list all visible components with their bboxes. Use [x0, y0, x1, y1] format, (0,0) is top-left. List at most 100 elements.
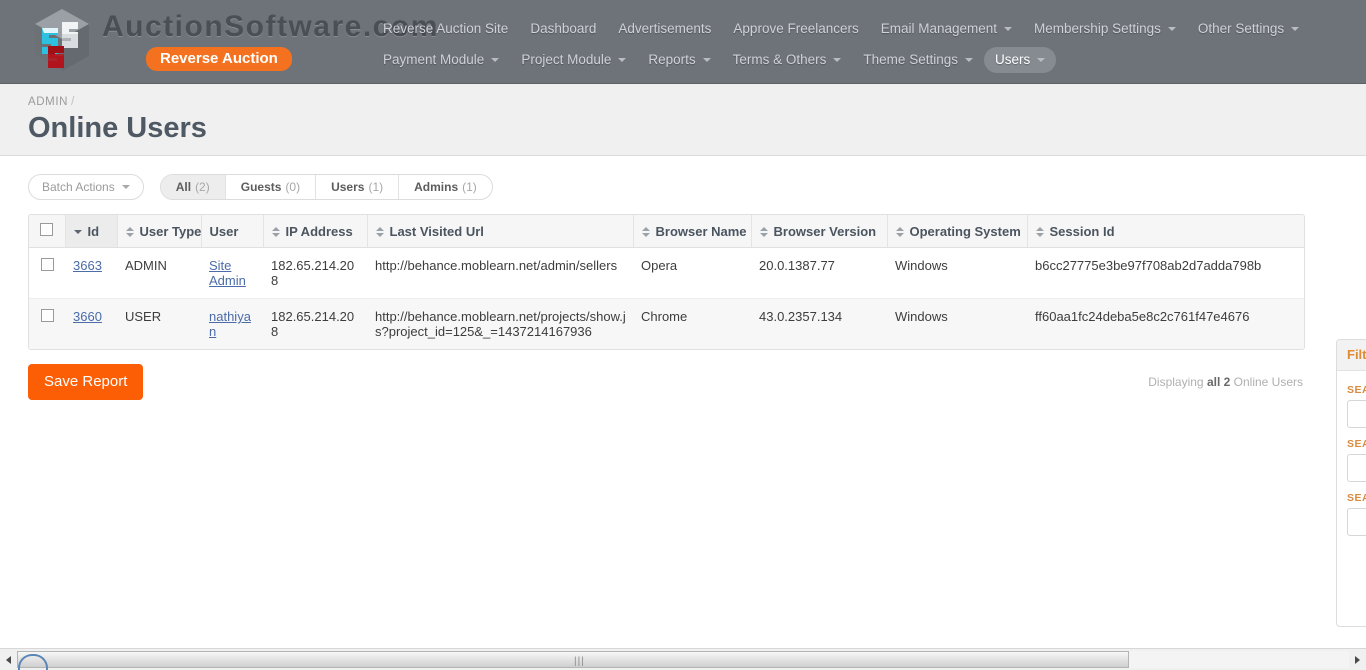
chevron-down-icon: [833, 57, 842, 62]
column-header-user-type[interactable]: User Type: [117, 215, 202, 248]
breadcrumb-item-admin[interactable]: ADMIN: [28, 96, 68, 108]
nav-item-other-settings[interactable]: Other Settings: [1187, 16, 1310, 42]
column-header-last-visited-url[interactable]: Last Visited Url: [367, 215, 634, 248]
cell-browser-version: 43.0.2357.134: [751, 298, 887, 349]
scope-tab-all[interactable]: All (2): [160, 175, 225, 199]
chevron-down-icon: [964, 57, 973, 62]
nav-row-secondary: Payment Module Project Module Reports Te…: [372, 47, 1366, 73]
nav-item-reverse-auction-site[interactable]: Reverse Auction Site: [372, 16, 519, 42]
save-report-button[interactable]: Save Report: [28, 364, 144, 400]
scope-tab-users[interactable]: Users (1): [315, 175, 398, 199]
column-header-browser-name[interactable]: Browser Name: [633, 215, 752, 248]
column-label: Session Id: [1049, 223, 1115, 239]
displaying-suffix: Online Users: [1233, 375, 1303, 389]
scope-tab-guests[interactable]: Guests (0): [224, 175, 315, 199]
scope-count: (1): [368, 180, 384, 194]
table-header-row: Id User Type User IP Address Last Visite: [29, 215, 1304, 248]
batch-actions-button[interactable]: Batch Actions: [28, 174, 144, 200]
sort-icon: [1035, 226, 1044, 238]
scrollbar-track[interactable]: |||: [17, 651, 1349, 668]
column-header-browser-version[interactable]: Browser Version: [751, 215, 888, 248]
scrollbar-thumb[interactable]: |||: [17, 651, 1129, 668]
cell-browser-name: Chrome: [633, 298, 751, 349]
table-row[interactable]: 3660 USER nathiyan 182.65.214.208 http:/…: [29, 298, 1304, 349]
nav-item-users[interactable]: Users: [983, 47, 1057, 73]
record-link-id[interactable]: 3663: [73, 258, 102, 273]
nav-label: Email Management: [880, 21, 998, 36]
nav-item-advertisements[interactable]: Advertisements: [607, 16, 722, 42]
cell-ip-address: 182.65.214.208: [263, 247, 367, 299]
chevron-down-icon: [1004, 26, 1013, 31]
row-checkbox[interactable]: [40, 258, 54, 271]
nav-item-terms-and-others[interactable]: Terms & Others: [722, 47, 853, 73]
admin-page: AuctionSoftware.com Reverse Auction Reve…: [0, 0, 1366, 670]
cell-id: 3663: [65, 247, 117, 299]
breadcrumb: ADMIN /: [28, 96, 1366, 108]
scope-count: (0): [285, 180, 301, 194]
displaying-count: all 2: [1206, 375, 1231, 389]
displaying-status: Displaying all 2 Online Users: [1148, 375, 1305, 389]
content-area: Batch Actions All (2) Guests (0) Users (…: [0, 156, 1366, 670]
brand-logo-area[interactable]: AuctionSoftware.com Reverse Auction: [0, 0, 437, 74]
nav-item-email-management[interactable]: Email Management: [870, 16, 1023, 42]
scope-count: (1): [462, 180, 477, 194]
cell-user: nathiyan: [201, 298, 263, 349]
sort-icon: [375, 226, 384, 238]
nav-item-theme-settings[interactable]: Theme Settings: [852, 47, 984, 73]
select-all-header[interactable]: [29, 215, 66, 248]
column-header-operating-system[interactable]: Operating System: [887, 215, 1028, 248]
record-link-user[interactable]: Site Admin: [209, 258, 246, 288]
page-title: Online Users: [28, 112, 207, 144]
auction-software-cube-logo-icon: [28, 6, 96, 74]
nav-item-approve-freelancers[interactable]: Approve Freelancers: [722, 16, 869, 42]
column-label: Last Visited Url: [389, 223, 484, 239]
filter-label-search-3: SEARCH: [1347, 492, 1366, 504]
table-toolbar: Batch Actions All (2) Guests (0) Users (…: [0, 156, 1366, 204]
horizontal-scrollbar[interactable]: |||: [0, 648, 1366, 670]
chevron-down-icon: [702, 57, 711, 62]
filter-search-input-3[interactable]: [1347, 508, 1366, 536]
nav-item-dashboard[interactable]: Dashboard: [519, 16, 607, 42]
chevron-down-icon: [1037, 57, 1046, 62]
brand-badge: Reverse Auction: [146, 46, 292, 71]
select-all-checkbox[interactable]: [40, 223, 54, 236]
column-label: Operating System: [909, 223, 1021, 239]
chevron-down-icon: [618, 57, 627, 62]
column-label: Browser Version: [773, 223, 877, 239]
nav-label: Terms & Others: [732, 52, 827, 67]
column-header-session-id[interactable]: Session Id: [1027, 215, 1304, 248]
table-row[interactable]: 3663 ADMIN Site Admin 182.65.214.208 htt…: [29, 247, 1304, 299]
sort-desc-icon: [73, 226, 82, 238]
row-select-cell[interactable]: [29, 247, 65, 299]
nav-item-membership-settings[interactable]: Membership Settings: [1023, 16, 1187, 42]
chevron-left-icon[interactable]: [0, 650, 17, 670]
cell-browser-name: Opera: [633, 247, 751, 299]
scope-filter-group: All (2) Guests (0) Users (1) Admins (1): [159, 174, 493, 200]
breadcrumb-separator: /: [71, 96, 75, 108]
chevron-down-icon: [121, 185, 130, 189]
scope-tab-admins[interactable]: Admins (1): [398, 175, 492, 199]
row-select-cell[interactable]: [29, 298, 65, 349]
nav-item-project-module[interactable]: Project Module: [510, 47, 637, 73]
nav-row-primary: Reverse Auction Site Dashboard Advertise…: [372, 16, 1366, 42]
row-checkbox[interactable]: [40, 309, 54, 322]
column-header-id[interactable]: Id: [65, 215, 118, 248]
sort-icon: [125, 226, 134, 238]
record-link-id[interactable]: 3660: [73, 309, 102, 324]
record-link-user[interactable]: nathiyan: [209, 309, 251, 339]
column-label: User Type: [139, 223, 202, 239]
nav-item-reports[interactable]: Reports: [637, 47, 721, 73]
nav-item-payment-module[interactable]: Payment Module: [372, 47, 510, 73]
filter-search-input-2[interactable]: [1347, 454, 1366, 482]
filter-search-input-1[interactable]: [1347, 400, 1366, 428]
chevron-down-icon: [1291, 26, 1300, 31]
column-header-ip-address[interactable]: IP Address: [263, 215, 368, 248]
column-header-user[interactable]: User: [201, 215, 264, 248]
scope-label: Guests: [240, 180, 282, 194]
batch-actions-label: Batch Actions: [42, 180, 115, 194]
nav-label: Reports: [648, 52, 696, 67]
chevron-right-icon[interactable]: [1349, 650, 1366, 670]
filters-panel-title: Filters: [1337, 340, 1366, 371]
sort-icon: [759, 226, 768, 238]
cell-operating-system: Windows: [887, 247, 1027, 299]
